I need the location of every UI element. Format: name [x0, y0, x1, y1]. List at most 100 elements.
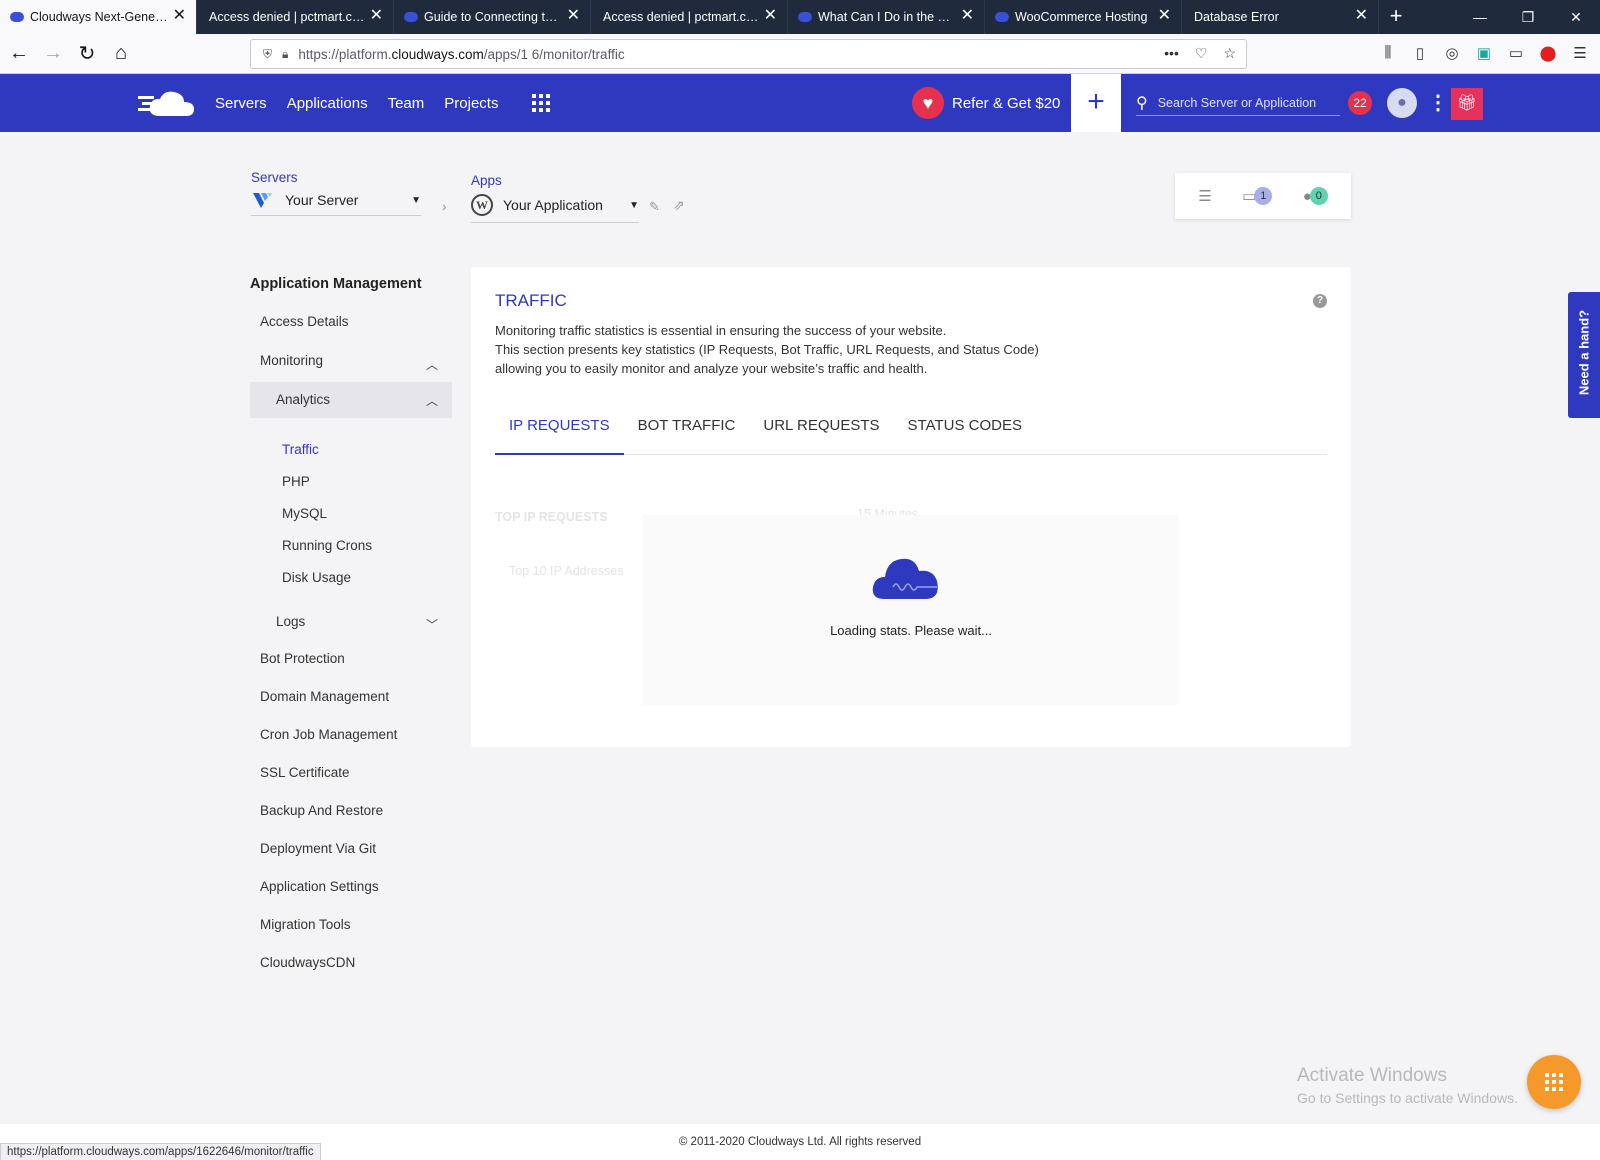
sidebar-item-mysql[interactable]: MySQL [282, 506, 327, 521]
nav-servers[interactable]: Servers [215, 95, 267, 112]
sidebar-item-disk-usage[interactable]: Disk Usage [282, 570, 351, 585]
chevron-down-icon[interactable]: ﹀ [426, 616, 438, 633]
url-domain: cloudways.com [391, 46, 484, 62]
sidebar-item-php[interactable]: PHP [282, 474, 310, 489]
browser-tab[interactable]: Guide to Connecting to Yo ✕ [394, 0, 591, 34]
app-dropdown[interactable]: W Your Application ▼ [471, 194, 639, 223]
home-icon[interactable]: ⌂ [106, 39, 136, 69]
bookmark-star-icon[interactable]: ☆ [1223, 45, 1236, 62]
toolbar-extensions: ⫼ ▯ ◎ ▣ ▭ ⬤ ☰ [1378, 44, 1590, 62]
sidebar-item-access-details[interactable]: Access Details [260, 314, 349, 329]
sidebar-icon[interactable]: ▯ [1410, 44, 1430, 62]
forward-icon[interactable]: → [38, 39, 68, 69]
chevron-right-icon: › [442, 198, 447, 214]
sidebar-item-domain-management[interactable]: Domain Management [260, 689, 389, 704]
sidebar-item-deployment-via-git[interactable]: Deployment Via Git [260, 841, 376, 856]
page-actions-icon[interactable]: ••• [1164, 45, 1179, 62]
tab-status-codes[interactable]: STATUS CODES [894, 417, 1036, 455]
app-header: Servers Applications Team Projects ♥ Ref… [0, 74, 1600, 132]
sidebar-item-cron-job-management[interactable]: Cron Job Management [260, 727, 397, 742]
sidebar-item-traffic[interactable]: Traffic [282, 442, 319, 457]
window-close-icon[interactable]: ✕ [1552, 0, 1600, 34]
back-icon[interactable]: ← [4, 39, 34, 69]
search-box: ⚲ [1136, 90, 1340, 116]
notification-badge[interactable]: 22 [1348, 91, 1372, 115]
help-icon[interactable]: ? [1313, 294, 1327, 308]
external-link-icon[interactable]: ⇗ [673, 197, 685, 214]
tab-url-requests[interactable]: URL REQUESTS [749, 417, 893, 455]
sidebar-item-application-settings[interactable]: Application Settings [260, 879, 379, 894]
minimize-icon[interactable]: — [1456, 0, 1504, 34]
browser-tab[interactable]: Database Error ✕ [1182, 0, 1379, 34]
tab-ip-requests[interactable]: IP REQUESTS [495, 417, 624, 455]
browser-tab[interactable]: WooCommerce Hosting ✕ [985, 0, 1182, 34]
server-dropdown[interactable]: Your Server ▼ [251, 191, 421, 216]
close-tab-icon[interactable]: ✕ [961, 8, 974, 24]
new-tab-icon[interactable]: + [1379, 0, 1413, 34]
user-count[interactable]: ● 0 [1303, 187, 1328, 205]
cloud-loading-icon [872, 558, 938, 599]
more-options-icon[interactable]: ⋮ [1428, 90, 1448, 115]
sidebar-item-running-crons[interactable]: Running Crons [282, 538, 372, 553]
close-tab-icon[interactable]: ✕ [173, 8, 186, 24]
servers-link[interactable]: Servers [251, 170, 421, 185]
folder-count-badge: 1 [1254, 187, 1273, 205]
menu-icon[interactable]: ☰ [1570, 44, 1590, 62]
shield-icon[interactable]: ⛨ [263, 47, 272, 62]
browser-tab[interactable]: Access denied | pctmart.com ✕ [197, 0, 394, 34]
nav-team[interactable]: Team [388, 95, 425, 112]
save-icon[interactable]: ▣ [1474, 44, 1494, 62]
nav-applications[interactable]: Applications [287, 95, 368, 112]
close-tab-icon[interactable]: ✕ [1158, 8, 1171, 24]
reload-icon[interactable]: ↻ [72, 39, 102, 69]
folder-count[interactable]: ▭ 1 [1242, 187, 1273, 205]
apps-grid-icon[interactable] [532, 94, 550, 112]
pocket-icon[interactable]: ♡ [1195, 45, 1208, 62]
server-selector: Servers Your Server ▼ [251, 170, 421, 216]
chevron-up-icon[interactable]: ︿ [426, 356, 438, 373]
sidebar-item-ssl-certificate[interactable]: SSL Certificate [260, 765, 350, 780]
search-input[interactable] [1157, 95, 1328, 110]
floating-menu-button[interactable] [1527, 1055, 1581, 1109]
extension-stop-icon[interactable]: ⬤ [1538, 44, 1558, 62]
activate-windows-subtitle: Go to Settings to activate Windows. [1297, 1090, 1518, 1106]
sidebar-item-backup-and-restore[interactable]: Backup And Restore [260, 803, 383, 818]
restore-icon[interactable]: ❐ [1504, 0, 1552, 34]
account-icon[interactable]: ◎ [1442, 44, 1462, 62]
tab-bot-traffic[interactable]: BOT TRAFFIC [624, 417, 750, 455]
close-tab-icon[interactable]: ✕ [764, 8, 777, 24]
lock-icon[interactable]: 🔒︎ [282, 47, 288, 62]
close-tab-icon[interactable]: ✕ [1355, 8, 1368, 24]
apps-link[interactable]: Apps [471, 173, 639, 188]
close-tab-icon[interactable]: ✕ [370, 8, 383, 24]
browser-tab[interactable]: What Can I Do in the Man ✕ [788, 0, 985, 34]
main-nav: Servers Applications Team Projects [215, 74, 498, 132]
add-button[interactable]: + [1071, 74, 1121, 132]
url-text[interactable]: https://platform.cloudways.com/apps/1 6/… [298, 47, 624, 62]
gift-icon[interactable]: 🎁︎ [1451, 88, 1483, 120]
need-a-hand-tab[interactable]: Need a hand? [1568, 292, 1600, 418]
chevron-up-icon[interactable]: ︿ [426, 392, 438, 409]
library-icon[interactable]: ⫼ [1378, 44, 1398, 62]
sidebar-item-monitoring[interactable]: Monitoring [260, 353, 323, 368]
cloudways-favicon-icon [995, 12, 1009, 22]
nav-projects[interactable]: Projects [444, 95, 498, 112]
browser-tab[interactable]: Access denied | pctmart.com ✕ [591, 0, 788, 34]
cloudways-logo-icon[interactable] [138, 86, 198, 120]
tab-title: WooCommerce Hosting [1015, 10, 1148, 24]
sidebar-item-analytics[interactable]: Analytics ︿ [250, 382, 452, 418]
sidebar-item-logs[interactable]: Logs [276, 614, 305, 629]
sidebar-item-cloudwayscdn[interactable]: CloudwaysCDN [260, 955, 355, 970]
server-list-icon[interactable]: ☰ [1198, 187, 1211, 205]
folder-icon[interactable]: ▭ [1506, 44, 1526, 62]
edit-icon[interactable]: ✎ [649, 199, 660, 215]
url-bar[interactable]: ⛨ 🔒︎ https://platform.cloudways.com/apps… [250, 39, 1247, 69]
description-line: allowing you to easily monitor and analy… [495, 361, 928, 376]
sidebar-item-bot-protection[interactable]: Bot Protection [260, 651, 345, 666]
refer-button[interactable]: ♥ Refer & Get $20 [912, 86, 1060, 120]
close-tab-icon[interactable]: ✕ [567, 8, 580, 24]
avatar[interactable]: ● [1387, 88, 1417, 118]
browser-tab[interactable]: Cloudways Next-Generati ✕ [0, 0, 197, 34]
sidebar-item-migration-tools[interactable]: Migration Tools [260, 917, 351, 932]
need-a-hand-label: Need a hand? [1576, 309, 1592, 396]
